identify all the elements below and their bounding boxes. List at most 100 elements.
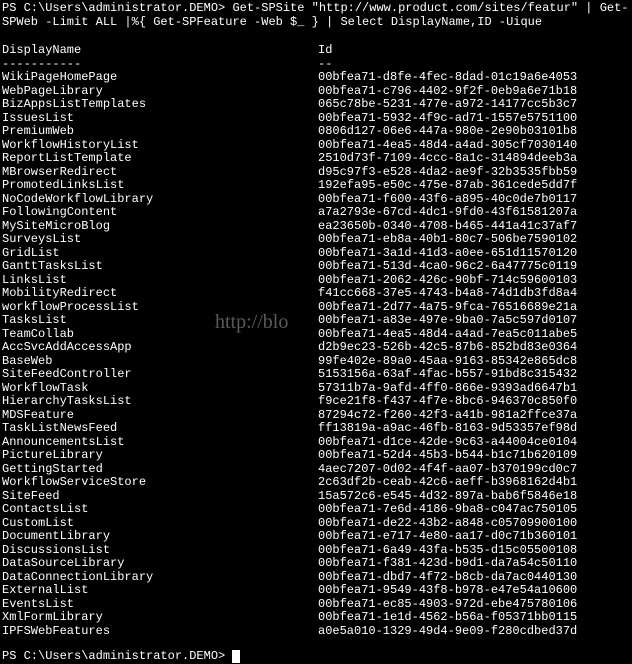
table-body: WikiPageHomePage00bfea71-d8fe-4fec-8dad-…	[2, 71, 630, 638]
table-row: BizAppsListTemplates065c78be-5231-477e-a…	[2, 98, 630, 112]
cell-displayname: PremiumWeb	[2, 125, 318, 139]
table-row: SurveysList00bfea71-eb8a-40b1-80c7-506be…	[2, 233, 630, 247]
cell-id: 00bfea71-4ea5-48d4-a4ad-305cf7030140	[318, 139, 630, 153]
cell-id: 00bfea71-c796-4402-9f2f-0eb9a6e71b18	[318, 85, 630, 99]
table-row: GridList00bfea71-3a1d-41d3-a0ee-651d1157…	[2, 247, 630, 261]
cell-id: a0e5a010-1329-49d4-9e09-f280cdbed37d	[318, 625, 630, 639]
cell-id: 00bfea71-2d77-4a75-9fca-76516689e21a	[318, 301, 630, 315]
cell-displayname: DiscussionsList	[2, 544, 318, 558]
cell-id: 00bfea71-7e6d-4186-9ba8-c047ac750105	[318, 503, 630, 517]
cell-displayname: SiteFeedController	[2, 368, 318, 382]
cell-displayname: WikiPageHomePage	[2, 71, 318, 85]
table-row: AccSvcAddAccessAppd2b9ec23-526b-42c5-87b…	[2, 341, 630, 355]
cell-id: 00bfea71-eb8a-40b1-80c7-506be7590102	[318, 233, 630, 247]
table-row: PromotedLinksList192efa95-e50c-475e-87ab…	[2, 179, 630, 193]
cell-id: 00bfea71-513d-4ca0-96c2-6a47775c0119	[318, 260, 630, 274]
cell-id: ff13819a-a9ac-46fb-8163-9d53357ef98d	[318, 422, 630, 436]
cell-displayname: TeamCollab	[2, 328, 318, 342]
cell-displayname: CustomList	[2, 517, 318, 531]
cell-id: 00bfea71-52d4-45b3-b544-b1c71b620109	[318, 449, 630, 463]
cell-displayname: WorkflowTask	[2, 382, 318, 396]
cell-displayname: AnnouncementsList	[2, 436, 318, 450]
cell-id: 57311b7a-9afd-4ff0-866e-9393ad6647b1	[318, 382, 630, 396]
cell-displayname: BizAppsListTemplates	[2, 98, 318, 112]
table-header: DisplayName Id	[2, 44, 630, 58]
table-row: IPFSWebFeaturesa0e5a010-1329-49d4-9e09-f…	[2, 625, 630, 639]
cell-id: 00bfea71-d1ce-42de-9c63-a44004ce0104	[318, 436, 630, 450]
cell-displayname: SiteFeed	[2, 490, 318, 504]
table-row: DataConnectionLibrary00bfea71-dbd7-4f72-…	[2, 571, 630, 585]
cursor	[232, 650, 240, 663]
table-underline: ----------- --	[2, 58, 630, 72]
table-row: SiteFeed15a572c6-e545-4d32-897a-bab6f584…	[2, 490, 630, 504]
table-row: IssuesList00bfea71-5932-4f9c-ad71-1557e5…	[2, 112, 630, 126]
table-row: TeamCollab00bfea71-4ea5-48d4-a4ad-7ea5c0…	[2, 328, 630, 342]
cell-displayname: LinksList	[2, 274, 318, 288]
cell-displayname: workflowProcessList	[2, 301, 318, 315]
table-row: BaseWeb99fe402e-89a0-45aa-9163-85342e865…	[2, 355, 630, 369]
bottom-prompt-line[interactable]: PS C:\Users\administrator.DEMO>	[2, 650, 630, 664]
cell-displayname: BaseWeb	[2, 355, 318, 369]
cell-id: 00bfea71-4ea5-48d4-a4ad-7ea5c011abe5	[318, 328, 630, 342]
table-row: DiscussionsList00bfea71-6a49-43fa-b535-d…	[2, 544, 630, 558]
table-row: ExternalList00bfea71-9549-43f8-b978-e47e…	[2, 584, 630, 598]
table-row: MySiteMicroBlogea23650b-0340-4708-b465-4…	[2, 220, 630, 234]
underline-id: --	[318, 58, 630, 72]
cell-id: 00bfea71-a83e-497e-9ba0-7a5c597d0107	[318, 314, 630, 328]
cell-displayname: MBrowserRedirect	[2, 166, 318, 180]
table-row: XmlFormLibrary00bfea71-1e1d-4562-b56a-f0…	[2, 611, 630, 625]
cell-displayname: NoCodeWorkflowLibrary	[2, 193, 318, 207]
cell-displayname: MySiteMicroBlog	[2, 220, 318, 234]
cell-id: 00bfea71-1e1d-4562-b56a-f05371bb0115	[318, 611, 630, 625]
cell-id: 00bfea71-f600-43f6-a895-40c0de7b0117	[318, 193, 630, 207]
table-row: TaskListNewsFeedff13819a-a9ac-46fb-8163-…	[2, 422, 630, 436]
cell-displayname: WorkflowHistoryList	[2, 139, 318, 153]
table-row: FollowingContenta7a2793e-67cd-4dc1-9fd0-…	[2, 206, 630, 220]
cell-id: 00bfea71-ec85-4903-972d-ebe475780106	[318, 598, 630, 612]
cell-displayname: PromotedLinksList	[2, 179, 318, 193]
cell-displayname: ReportListTemplate	[2, 152, 318, 166]
cell-id: 192efa95-e50c-475e-87ab-361cede5dd7f	[318, 179, 630, 193]
cell-id: 2c63df2b-ceab-42c6-aeff-b3968162d4b1	[318, 476, 630, 490]
table-row: DataSourceLibrary00bfea71-f381-423d-b9d1…	[2, 557, 630, 571]
cell-id: 00bfea71-dbd7-4f72-b8cb-da7ac0440130	[318, 571, 630, 585]
cell-id: 00bfea71-d8fe-4fec-8dad-01c19a6e4053	[318, 71, 630, 85]
table-row: GettingStarted4aec7207-0d02-4f4f-aa07-b3…	[2, 463, 630, 477]
cell-id: 5153156a-63af-4fac-b557-91bd8c315432	[318, 368, 630, 382]
table-row: DocumentLibrary00bfea71-e717-4e80-aa17-d…	[2, 530, 630, 544]
table-row: SiteFeedController5153156a-63af-4fac-b55…	[2, 368, 630, 382]
cell-id: 87294c72-f260-42f3-a41b-981a2ffce37a	[318, 409, 630, 423]
cell-id: 2510d73f-7109-4ccc-8a1c-314894deeb3a	[318, 152, 630, 166]
cell-id: 00bfea71-9549-43f8-b978-e47e54a10600	[318, 584, 630, 598]
table-row: AnnouncementsList00bfea71-d1ce-42de-9c63…	[2, 436, 630, 450]
cell-id: 99fe402e-89a0-45aa-9163-85342e865dc8	[318, 355, 630, 369]
cell-id: d2b9ec23-526b-42c5-87b6-852bd83e0364	[318, 341, 630, 355]
table-row: WorkflowHistoryList00bfea71-4ea5-48d4-a4…	[2, 139, 630, 153]
cell-displayname: PictureLibrary	[2, 449, 318, 463]
table-row: MDSFeature87294c72-f260-42f3-a41b-981a2f…	[2, 409, 630, 423]
table-row: MBrowserRedirectd95c97f3-e528-4da2-ae9f-…	[2, 166, 630, 180]
cell-displayname: DocumentLibrary	[2, 530, 318, 544]
table-row: ContactsList00bfea71-7e6d-4186-9ba8-c047…	[2, 503, 630, 517]
cell-displayname: ContactsList	[2, 503, 318, 517]
cell-id: f9ce21f8-f437-4f7e-8bc6-946370c850f0	[318, 395, 630, 409]
cell-id: 00bfea71-f381-423d-b9d1-da7a54c50110	[318, 557, 630, 571]
cell-id: 00bfea71-e717-4e80-aa17-d0c71b360101	[318, 530, 630, 544]
cell-displayname: GettingStarted	[2, 463, 318, 477]
cell-id: 0806d127-06e6-447a-980e-2e90b03101b8	[318, 125, 630, 139]
cell-id: f41cc668-37e5-4743-b4a8-74d1db3fd8a4	[318, 287, 630, 301]
table-row: TasksList00bfea71-a83e-497e-9ba0-7a5c597…	[2, 314, 630, 328]
cell-displayname: IssuesList	[2, 112, 318, 126]
table-row: ReportListTemplate2510d73f-7109-4ccc-8a1…	[2, 152, 630, 166]
table-row: PremiumWeb0806d127-06e6-447a-980e-2e90b0…	[2, 125, 630, 139]
table-row: WebPageLibrary00bfea71-c796-4402-9f2f-0e…	[2, 85, 630, 99]
cell-displayname: GridList	[2, 247, 318, 261]
cell-id: 00bfea71-5932-4f9c-ad71-1557e5751100	[318, 112, 630, 126]
cell-displayname: DataSourceLibrary	[2, 557, 318, 571]
cell-id: 00bfea71-3a1d-41d3-a0ee-651d11570120	[318, 247, 630, 261]
table-row: NoCodeWorkflowLibrary00bfea71-f600-43f6-…	[2, 193, 630, 207]
cell-displayname: SurveysList	[2, 233, 318, 247]
cell-displayname: MDSFeature	[2, 409, 318, 423]
table-row: WikiPageHomePage00bfea71-d8fe-4fec-8dad-…	[2, 71, 630, 85]
header-displayname: DisplayName	[2, 44, 318, 58]
